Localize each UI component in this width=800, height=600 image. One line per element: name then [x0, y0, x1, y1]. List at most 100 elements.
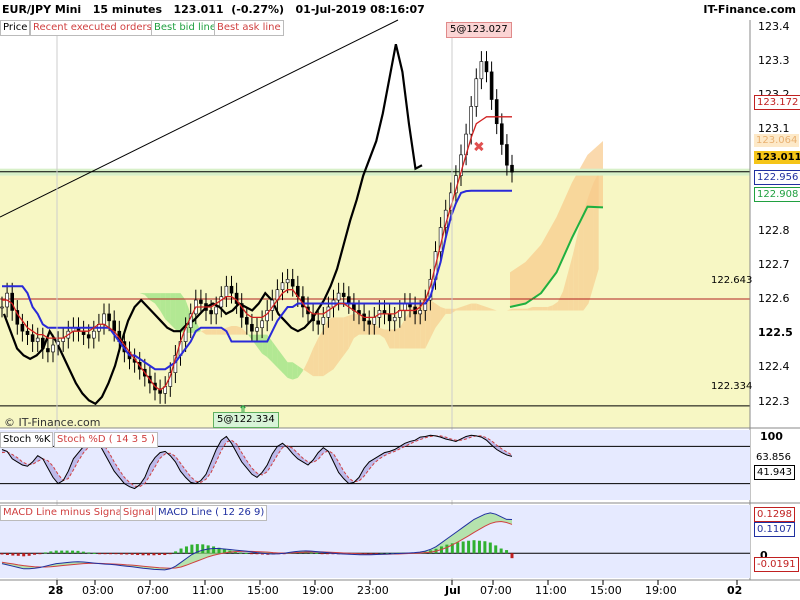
macd-histogram-bar: [92, 552, 96, 554]
cloud-segment: [353, 313, 359, 339]
price-axis-label: 122.3: [758, 395, 790, 408]
price-candle: [0, 306, 4, 309]
macd-histogram-bar: [81, 551, 85, 554]
time-label: 23:00: [357, 584, 389, 597]
macd-histogram-bar: [87, 552, 91, 554]
price-candle: [479, 61, 484, 80]
macd-histogram-bar: [16, 553, 20, 556]
price-candle: [403, 303, 407, 311]
price-candle: [510, 164, 514, 173]
macd-histogram-bar: [27, 553, 31, 556]
time-label: 07:00: [480, 584, 512, 597]
watermark: © IT-Finance.com: [4, 416, 101, 429]
tag-macd-line: 0.1107: [754, 522, 795, 537]
macd-histogram-bar: [326, 553, 330, 555]
tag-span-a: 123.064: [754, 134, 800, 147]
cloud-segment: [206, 329, 212, 335]
macd-histogram-bar: [152, 553, 156, 556]
macd-histogram-bar: [11, 553, 15, 556]
cloud-segment: [231, 326, 237, 335]
time-label: 15:00: [590, 584, 622, 597]
macd-histogram-bar: [510, 553, 514, 559]
legend-recent-orders[interactable]: Recent executed orders: [30, 20, 155, 36]
tag-kijun: 122.956: [754, 170, 800, 185]
legend-macd-diff[interactable]: MACD Line minus Signal: [0, 505, 128, 521]
macd-histogram-bar: [315, 552, 319, 554]
macd-histogram-bar: [445, 544, 449, 554]
order-annotation-bottom[interactable]: 5@122.334: [213, 412, 279, 428]
cloud-segment: [216, 329, 222, 335]
macd-histogram-bar: [114, 553, 118, 555]
price-candle: [92, 330, 96, 339]
macd-histogram-bar: [119, 553, 123, 555]
macd-histogram-bar: [60, 550, 64, 554]
price-candle: [499, 123, 504, 145]
price-candle: [51, 344, 55, 353]
price-candle: [250, 323, 254, 332]
price-axis-label: 122.4: [758, 360, 790, 373]
macd-histogram-bar: [472, 540, 476, 554]
macd-histogram-bar: [136, 553, 140, 556]
macd-histogram-bar: [33, 553, 37, 555]
legend-stoch-k[interactable]: Stoch %K: [0, 432, 54, 448]
price-candle: [316, 320, 321, 325]
legend-macd-line[interactable]: MACD Line ( 12 26 9): [155, 505, 268, 521]
cloud-segment: [415, 298, 421, 349]
price-candle: [474, 78, 479, 107]
price-candle: [494, 99, 499, 125]
cloud-segment: [389, 329, 395, 349]
price-candle: [280, 282, 285, 290]
tag-macd-signal: 0.1298: [754, 507, 795, 522]
price-candle: [418, 310, 423, 315]
price-candle: [326, 306, 331, 318]
legend-best-bid[interactable]: Best bid line: [151, 20, 220, 36]
cloud-segment: [532, 306, 538, 311]
price-candle: [346, 296, 351, 304]
tag-macd-hist: -0.0191: [754, 557, 799, 572]
macd-histogram-bar: [54, 550, 58, 554]
macd-histogram-bar: [179, 548, 183, 554]
order-annotation-top[interactable]: 5@123.027: [446, 22, 512, 38]
price-candle: [219, 296, 224, 308]
time-label: 28: [48, 584, 64, 597]
hline-label-upper: 122.643: [711, 275, 753, 286]
tag-span-b: 122.908: [754, 187, 800, 202]
macd-histogram-bar: [0, 553, 4, 555]
cloud-segment: [512, 308, 518, 311]
cloud-segment: [343, 315, 349, 356]
price-candle: [505, 144, 509, 166]
price-candle: [112, 320, 116, 332]
cloud-segment: [333, 317, 339, 370]
cloud-segment: [338, 317, 344, 363]
macd-histogram-bar: [163, 553, 167, 556]
price-candle: [469, 106, 474, 135]
legend-stoch-d[interactable]: Stoch %D ( 14 3 5 ): [54, 432, 158, 448]
macd-histogram-bar: [103, 553, 107, 555]
price-candle: [336, 292, 341, 301]
hline-label-lower: 122.334: [711, 381, 753, 392]
cloud-segment: [328, 317, 334, 373]
price-candle: [245, 317, 249, 325]
macd-histogram-bar: [157, 553, 161, 556]
price-candle: [484, 61, 489, 73]
price-candle: [224, 285, 229, 297]
macd-histogram-bar: [499, 548, 503, 554]
price-candle: [387, 313, 392, 322]
time-label: 19:00: [302, 584, 334, 597]
cloud-segment: [394, 327, 400, 349]
price-axis-label: 123.4: [758, 20, 790, 33]
legend-price[interactable]: Price: [0, 20, 31, 36]
macd-histogram-bar: [190, 544, 194, 554]
price-candle: [199, 299, 203, 304]
macd-histogram-bar: [477, 540, 481, 554]
price-candle: [367, 320, 372, 325]
time-label: 11:00: [192, 584, 224, 597]
price-candle: [214, 306, 218, 315]
macd-histogram-bar: [43, 552, 47, 554]
legend-best-ask[interactable]: Best ask line: [214, 20, 284, 36]
macd-histogram-bar: [38, 553, 42, 555]
price-candle: [260, 320, 264, 329]
legend-macd-signal[interactable]: Signal: [120, 505, 157, 521]
cloud-segment: [471, 303, 477, 311]
price-axis-label: 122.5: [758, 326, 793, 339]
